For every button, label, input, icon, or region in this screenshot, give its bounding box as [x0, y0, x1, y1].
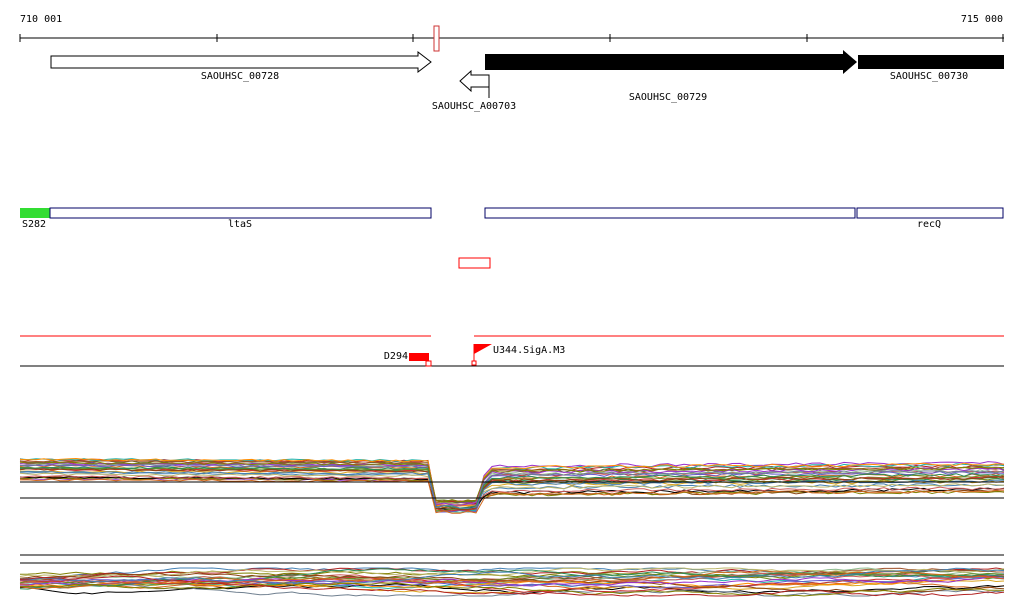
feature-label-recq: recQ	[916, 219, 942, 230]
gene-arrow-saouhsc-00728[interactable]	[50, 50, 432, 74]
genome-browser-canvas	[19, 25, 1005, 597]
axis-end-label: 715 000	[960, 14, 1003, 25]
position-cursor[interactable]	[433, 25, 440, 52]
gene-label-saouhsc-00730[interactable]: SAOUHSC_00730	[890, 72, 968, 82]
expression-profiles-lower	[19, 567, 1005, 597]
gene-arrow-saouhsc-00729[interactable]	[485, 50, 857, 74]
marker-box-icon	[425, 360, 432, 367]
coordinate-ruler	[19, 34, 1004, 42]
feature-saouhsc-00729-box[interactable]	[484, 207, 856, 219]
marker-label-u344[interactable]: U344.SigA.M3	[493, 346, 565, 356]
marker-flag-icon	[474, 344, 492, 354]
expression-profiles-upper	[19, 457, 1005, 514]
feature-label-s282: S282	[22, 219, 47, 230]
highlight-box[interactable]	[458, 257, 491, 269]
feature-recq[interactable]	[856, 207, 1004, 219]
gene-label-saouhsc-00728[interactable]: SAOUHSC_00728	[201, 72, 279, 82]
marker-label-d294[interactable]: D294	[384, 352, 408, 362]
gene-arrow-saouhsc-a00703[interactable]	[459, 69, 490, 98]
feature-label-ltas: ltaS	[227, 219, 253, 230]
feature-ltas[interactable]	[49, 207, 432, 219]
marker-d294-bar[interactable]	[409, 353, 429, 361]
feature-s282[interactable]	[20, 208, 50, 218]
axis-start-label: 710 001	[20, 14, 63, 25]
feature-track	[20, 207, 1004, 219]
gene-arrow-saouhsc-00730[interactable]	[858, 55, 1004, 69]
gene-label-saouhsc-00729[interactable]: SAOUHSC_00729	[629, 93, 707, 103]
gene-label-saouhsc-a00703[interactable]: SAOUHSC_A00703	[432, 102, 516, 112]
